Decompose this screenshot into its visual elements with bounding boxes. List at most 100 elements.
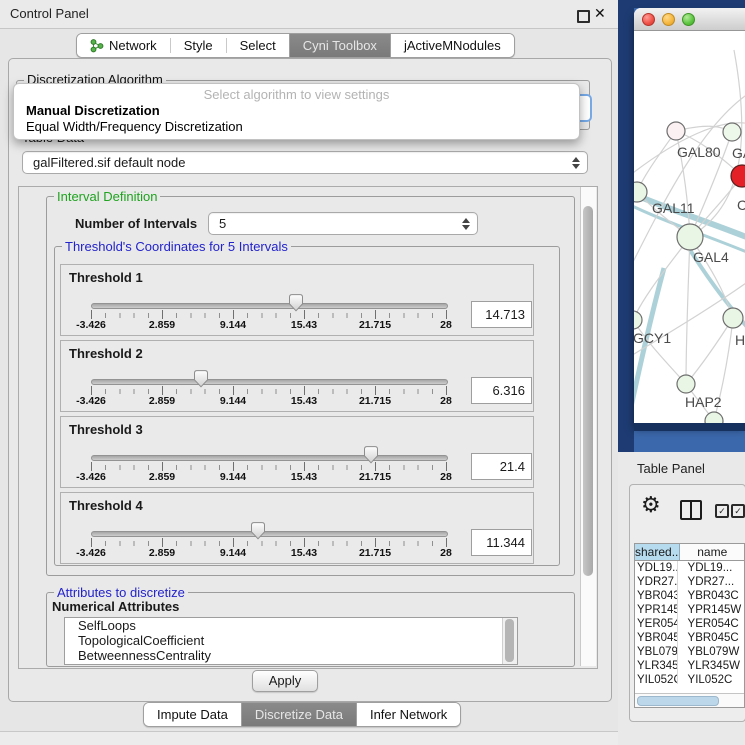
tab-jactivemnodules[interactable]: jActiveMNodules [391, 34, 514, 57]
table-row[interactable]: YIL052CYIL052C [635, 673, 744, 684]
table-row[interactable]: YDL19...YDL19... [635, 561, 744, 575]
table-data-value: galFiltered.sif default node [33, 155, 185, 170]
slider-major-ticks [91, 538, 446, 547]
network-canvas[interactable]: GAL80 GA C GAL11 GAL4 GCY1 H HAP2 [634, 30, 745, 423]
combo-arrows-icon [462, 218, 470, 230]
cell-shared-name[interactable]: YIL052C [635, 673, 678, 684]
network-node[interactable] [677, 375, 695, 393]
horizontal-scrollbar-track[interactable] [635, 693, 744, 707]
table-row[interactable]: YPR145WYPR145W [635, 603, 744, 617]
node-label-hap2: HAP2 [685, 394, 722, 410]
threshold-3-value-field[interactable]: 21.4 [471, 453, 532, 480]
tick-label: -3.426 [76, 395, 106, 407]
tab-infer-network[interactable]: Infer Network [357, 703, 460, 726]
numerical-attributes-label: Numerical Attributes [52, 599, 179, 614]
threshold-1-value-field[interactable]: 14.713 [471, 301, 532, 328]
slider-major-ticks [91, 310, 446, 319]
gear-icon[interactable]: ⚙ [641, 492, 661, 518]
threshold-2-slider-thumb[interactable] [192, 370, 210, 388]
table-panel-title: Table Panel [637, 461, 705, 476]
table-data-combobox[interactable]: galFiltered.sif default node [22, 151, 588, 174]
cell-shared-name[interactable]: YDR27... [635, 575, 678, 589]
tab-network[interactable]: Network [77, 34, 170, 57]
tab-jactivemnodules-label: jActiveMNodules [404, 38, 501, 53]
cell-shared-name[interactable]: YDL19... [635, 561, 678, 575]
network-node[interactable] [705, 412, 723, 423]
threshold-4-value-field[interactable]: 11.344 [471, 529, 532, 556]
attributes-list-scrollbar[interactable] [502, 618, 517, 664]
cell-name[interactable]: YPR145W [678, 603, 744, 617]
close-icon[interactable]: ✕ [594, 5, 606, 22]
tick-label: 9.144 [220, 395, 246, 407]
checkbox-icon[interactable]: ✓ [731, 504, 745, 518]
attributes-list-scrollbar-thumb[interactable] [505, 619, 514, 662]
table-row[interactable]: YBR045CYBR045C [635, 631, 744, 645]
network-window-titlebar[interactable] [634, 8, 745, 31]
cell-name[interactable]: YLR345W [678, 659, 744, 673]
cell-name[interactable]: YDL19... [678, 561, 744, 575]
vertical-scrollbar-thumb[interactable] [583, 206, 593, 576]
table-row[interactable]: YBL079WYBL079W [635, 645, 744, 659]
cell-name[interactable]: YBL079W [678, 645, 744, 659]
tab-cyni-toolbox[interactable]: Cyni Toolbox [290, 34, 390, 57]
tab-style[interactable]: Style [171, 34, 226, 57]
network-node[interactable] [723, 308, 743, 328]
cell-name[interactable]: YER054C [678, 617, 744, 631]
tab-select[interactable]: Select [227, 34, 289, 57]
threshold-coordinates-title: Threshold's Coordinates for 5 Intervals [62, 239, 291, 254]
threshold-3-slider-track[interactable] [91, 455, 448, 461]
threshold-3-slider-thumb[interactable] [362, 446, 380, 464]
cell-shared-name[interactable]: YER054C [635, 617, 678, 631]
cell-name[interactable]: YBR045C [678, 631, 744, 645]
tab-impute-data[interactable]: Impute Data [144, 703, 241, 726]
mac-close-button[interactable] [642, 13, 655, 26]
network-node[interactable] [677, 224, 703, 250]
threshold-2-value-field[interactable]: 6.316 [471, 377, 532, 404]
numerical-attribute-item[interactable]: TopologicalCoefficient [65, 633, 517, 648]
tick-label: 2.859 [149, 395, 175, 407]
table-row[interactable]: YBR043CYBR043C [635, 589, 744, 603]
network-node[interactable] [634, 311, 642, 329]
node-label-clipped: C [737, 197, 745, 213]
threshold-2-slider-track[interactable] [91, 379, 448, 385]
cell-name[interactable]: YIL052C [678, 673, 744, 684]
major-tick [304, 386, 305, 395]
numerical-attribute-item[interactable]: BetweennessCentrality [65, 648, 517, 663]
table-row[interactable]: YER054CYER054C [635, 617, 744, 631]
major-tick [91, 538, 92, 547]
tab-discretize-data[interactable]: Discretize Data [242, 703, 356, 726]
number-of-intervals-combobox[interactable]: 5 [208, 212, 478, 235]
cell-name[interactable]: YBR043C [678, 589, 744, 603]
threshold-2-label: Threshold 2 [69, 346, 143, 361]
column-header-name[interactable]: name [680, 544, 744, 560]
numerical-attribute-item[interactable]: SelfLoops [65, 618, 517, 633]
tab-discretize-data-label: Discretize Data [255, 707, 343, 722]
tick-label: 9.144 [220, 471, 246, 483]
cell-shared-name[interactable]: YPR145W [635, 603, 678, 617]
float-window-icon[interactable] [577, 10, 590, 23]
apply-button[interactable]: Apply [252, 670, 318, 692]
table-row[interactable]: YDR27...YDR27... [635, 575, 744, 589]
column-header-shared-name[interactable]: shared... [635, 544, 680, 560]
threshold-4-slider-thumb[interactable] [249, 522, 267, 540]
cell-name[interactable]: YDR27... [678, 575, 744, 589]
mac-zoom-button[interactable] [682, 13, 695, 26]
mac-minimize-button[interactable] [662, 13, 675, 26]
horizontal-scrollbar-thumb[interactable] [637, 696, 719, 706]
threshold-4-slider-track[interactable] [91, 531, 448, 537]
popup-option-manual-discretization[interactable]: Manual Discretization [14, 103, 579, 119]
network-node[interactable] [723, 123, 741, 141]
numerical-attributes-list[interactable]: SelfLoopsTopologicalCoefficientBetweenne… [64, 617, 518, 665]
checkbox-icon[interactable]: ✓ [715, 504, 729, 518]
popup-option-equal-width-frequency[interactable]: Equal Width/Frequency Discretization [14, 119, 579, 135]
cell-shared-name[interactable]: YLR345W [635, 659, 678, 673]
tick-label: 21.715 [359, 471, 391, 483]
network-node[interactable] [667, 122, 685, 140]
threshold-1-slider-thumb[interactable] [287, 294, 305, 312]
cell-shared-name[interactable]: YBL079W [635, 645, 678, 659]
cell-shared-name[interactable]: YBR045C [635, 631, 678, 645]
table-row[interactable]: YLR345WYLR345W [635, 659, 744, 673]
threshold-1-slider-track[interactable] [91, 303, 448, 309]
cell-shared-name[interactable]: YBR043C [635, 589, 678, 603]
columns-icon[interactable] [680, 500, 702, 520]
